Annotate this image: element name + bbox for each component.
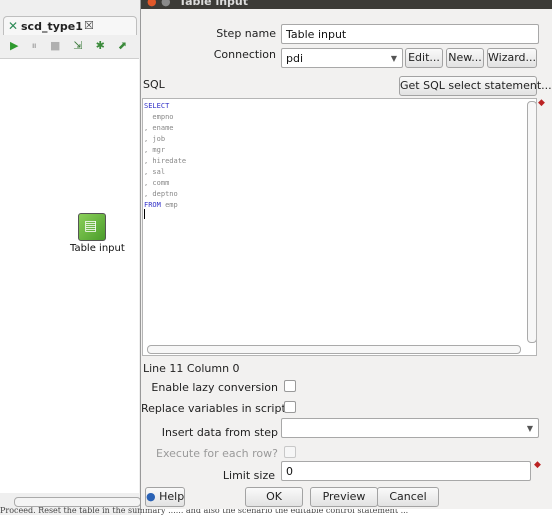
new-connection-button[interactable]: New... (446, 48, 484, 68)
editor-tab[interactable]: ✕ scd_type1 ☒ (3, 16, 137, 35)
lazy-conversion-label: Enable lazy conversion (151, 381, 278, 394)
sql-table: emp (160, 201, 178, 209)
edit-connection-button[interactable]: Edit... (405, 48, 443, 68)
text-cursor (144, 209, 145, 219)
sql-line: , job (144, 135, 166, 143)
sql-editor[interactable]: SELECT empno , ename , job , mgr , hired… (142, 98, 537, 356)
limit-size-label: Limit size (222, 469, 275, 482)
replay-icon[interactable]: ⬈ (118, 39, 127, 53)
get-sql-select-button[interactable]: Get SQL select statement... (399, 76, 552, 96)
editor-tab-label: scd_type1 (21, 20, 83, 33)
run-icon[interactable]: ▶ (10, 39, 18, 53)
sql-line: , hiredate (144, 157, 187, 165)
sql-line: , mgr (144, 146, 166, 154)
sql-line: FROM emp (144, 200, 186, 211)
variable-diamond-icon: ◆ (534, 460, 541, 470)
sql-line: , deptno (144, 190, 178, 198)
ok-button[interactable]: OK (245, 487, 303, 507)
sql-line: , sal (144, 168, 166, 176)
wizard-button[interactable]: Wizard... (487, 48, 537, 68)
help-label: Help (159, 490, 185, 503)
execute-each-row-checkbox (284, 446, 296, 458)
chevron-down-icon[interactable]: ▼ (386, 49, 402, 68)
table-input-dialog: ● ● Table input Step name Table input Co… (140, 0, 552, 509)
cancel-button[interactable]: Cancel (377, 487, 439, 507)
transformation-editor: ✕ scd_type1 ☒ ▶ ⏸ ■ ⇲ ✱ ⬈ ▤ Table input (0, 0, 141, 515)
chevron-down-icon[interactable]: ▼ (522, 419, 538, 438)
dialog-title: Table input (179, 0, 249, 8)
transformation-icon: ✕ (8, 19, 19, 33)
dialog-titlebar: ● ● Table input (141, 0, 552, 9)
step-label: Table input (70, 243, 125, 254)
execute-each-row-label: Execute for each row? (156, 447, 278, 460)
preview-button[interactable]: Preview (310, 487, 378, 507)
help-icon: ● (146, 490, 156, 503)
stop-icon[interactable]: ■ (50, 39, 60, 53)
connection-select[interactable]: pdi (281, 48, 403, 68)
cursor-position-status: Line 11 Column 0 (143, 362, 240, 375)
lazy-conversion-checkbox[interactable] (284, 380, 296, 392)
sql-keyword: FROM (144, 201, 161, 209)
sql-line: SELECT (144, 102, 170, 110)
preview-icon[interactable]: ⇲ (73, 39, 82, 53)
connection-label: Connection (213, 48, 276, 61)
sql-line: , ename (144, 124, 174, 132)
tab-close-icon[interactable]: ☒ (84, 19, 94, 32)
table-input-step[interactable]: ▤ (78, 213, 106, 241)
sql-vertical-scrollbar[interactable] (527, 101, 536, 343)
insert-data-select[interactable] (281, 418, 539, 438)
close-window-icon[interactable]: ● (147, 0, 157, 8)
help-button[interactable]: ● Help (145, 487, 185, 507)
sql-code: SELECT empno , ename , job , mgr , hired… (144, 101, 186, 211)
table-input-icon: ▤ (84, 218, 98, 234)
pause-icon[interactable]: ⏸ (31, 39, 37, 53)
transformation-canvas[interactable]: ▤ Table input (0, 58, 139, 493)
sql-line: , comm (144, 179, 170, 187)
sql-horizontal-scrollbar[interactable] (147, 345, 521, 354)
replace-variables-label: Replace variables in script? (141, 402, 292, 415)
step-name-field[interactable]: Table input (281, 24, 539, 44)
step-name-label: Step name (216, 27, 276, 40)
debug-icon[interactable]: ✱ (96, 39, 105, 53)
insert-data-label: Insert data from step (161, 426, 278, 439)
canvas-horizontal-scrollbar[interactable] (14, 497, 141, 507)
sql-line: empno (144, 113, 174, 121)
run-toolbar: ▶ ⏸ ■ ⇲ ✱ ⬈ (10, 38, 127, 54)
sql-label: SQL (143, 78, 165, 91)
replace-variables-checkbox[interactable] (284, 401, 296, 413)
minimize-window-icon[interactable]: ● (161, 0, 171, 8)
variable-diamond-icon: ◆ (538, 98, 545, 108)
limit-size-field[interactable]: 0 (281, 461, 531, 481)
